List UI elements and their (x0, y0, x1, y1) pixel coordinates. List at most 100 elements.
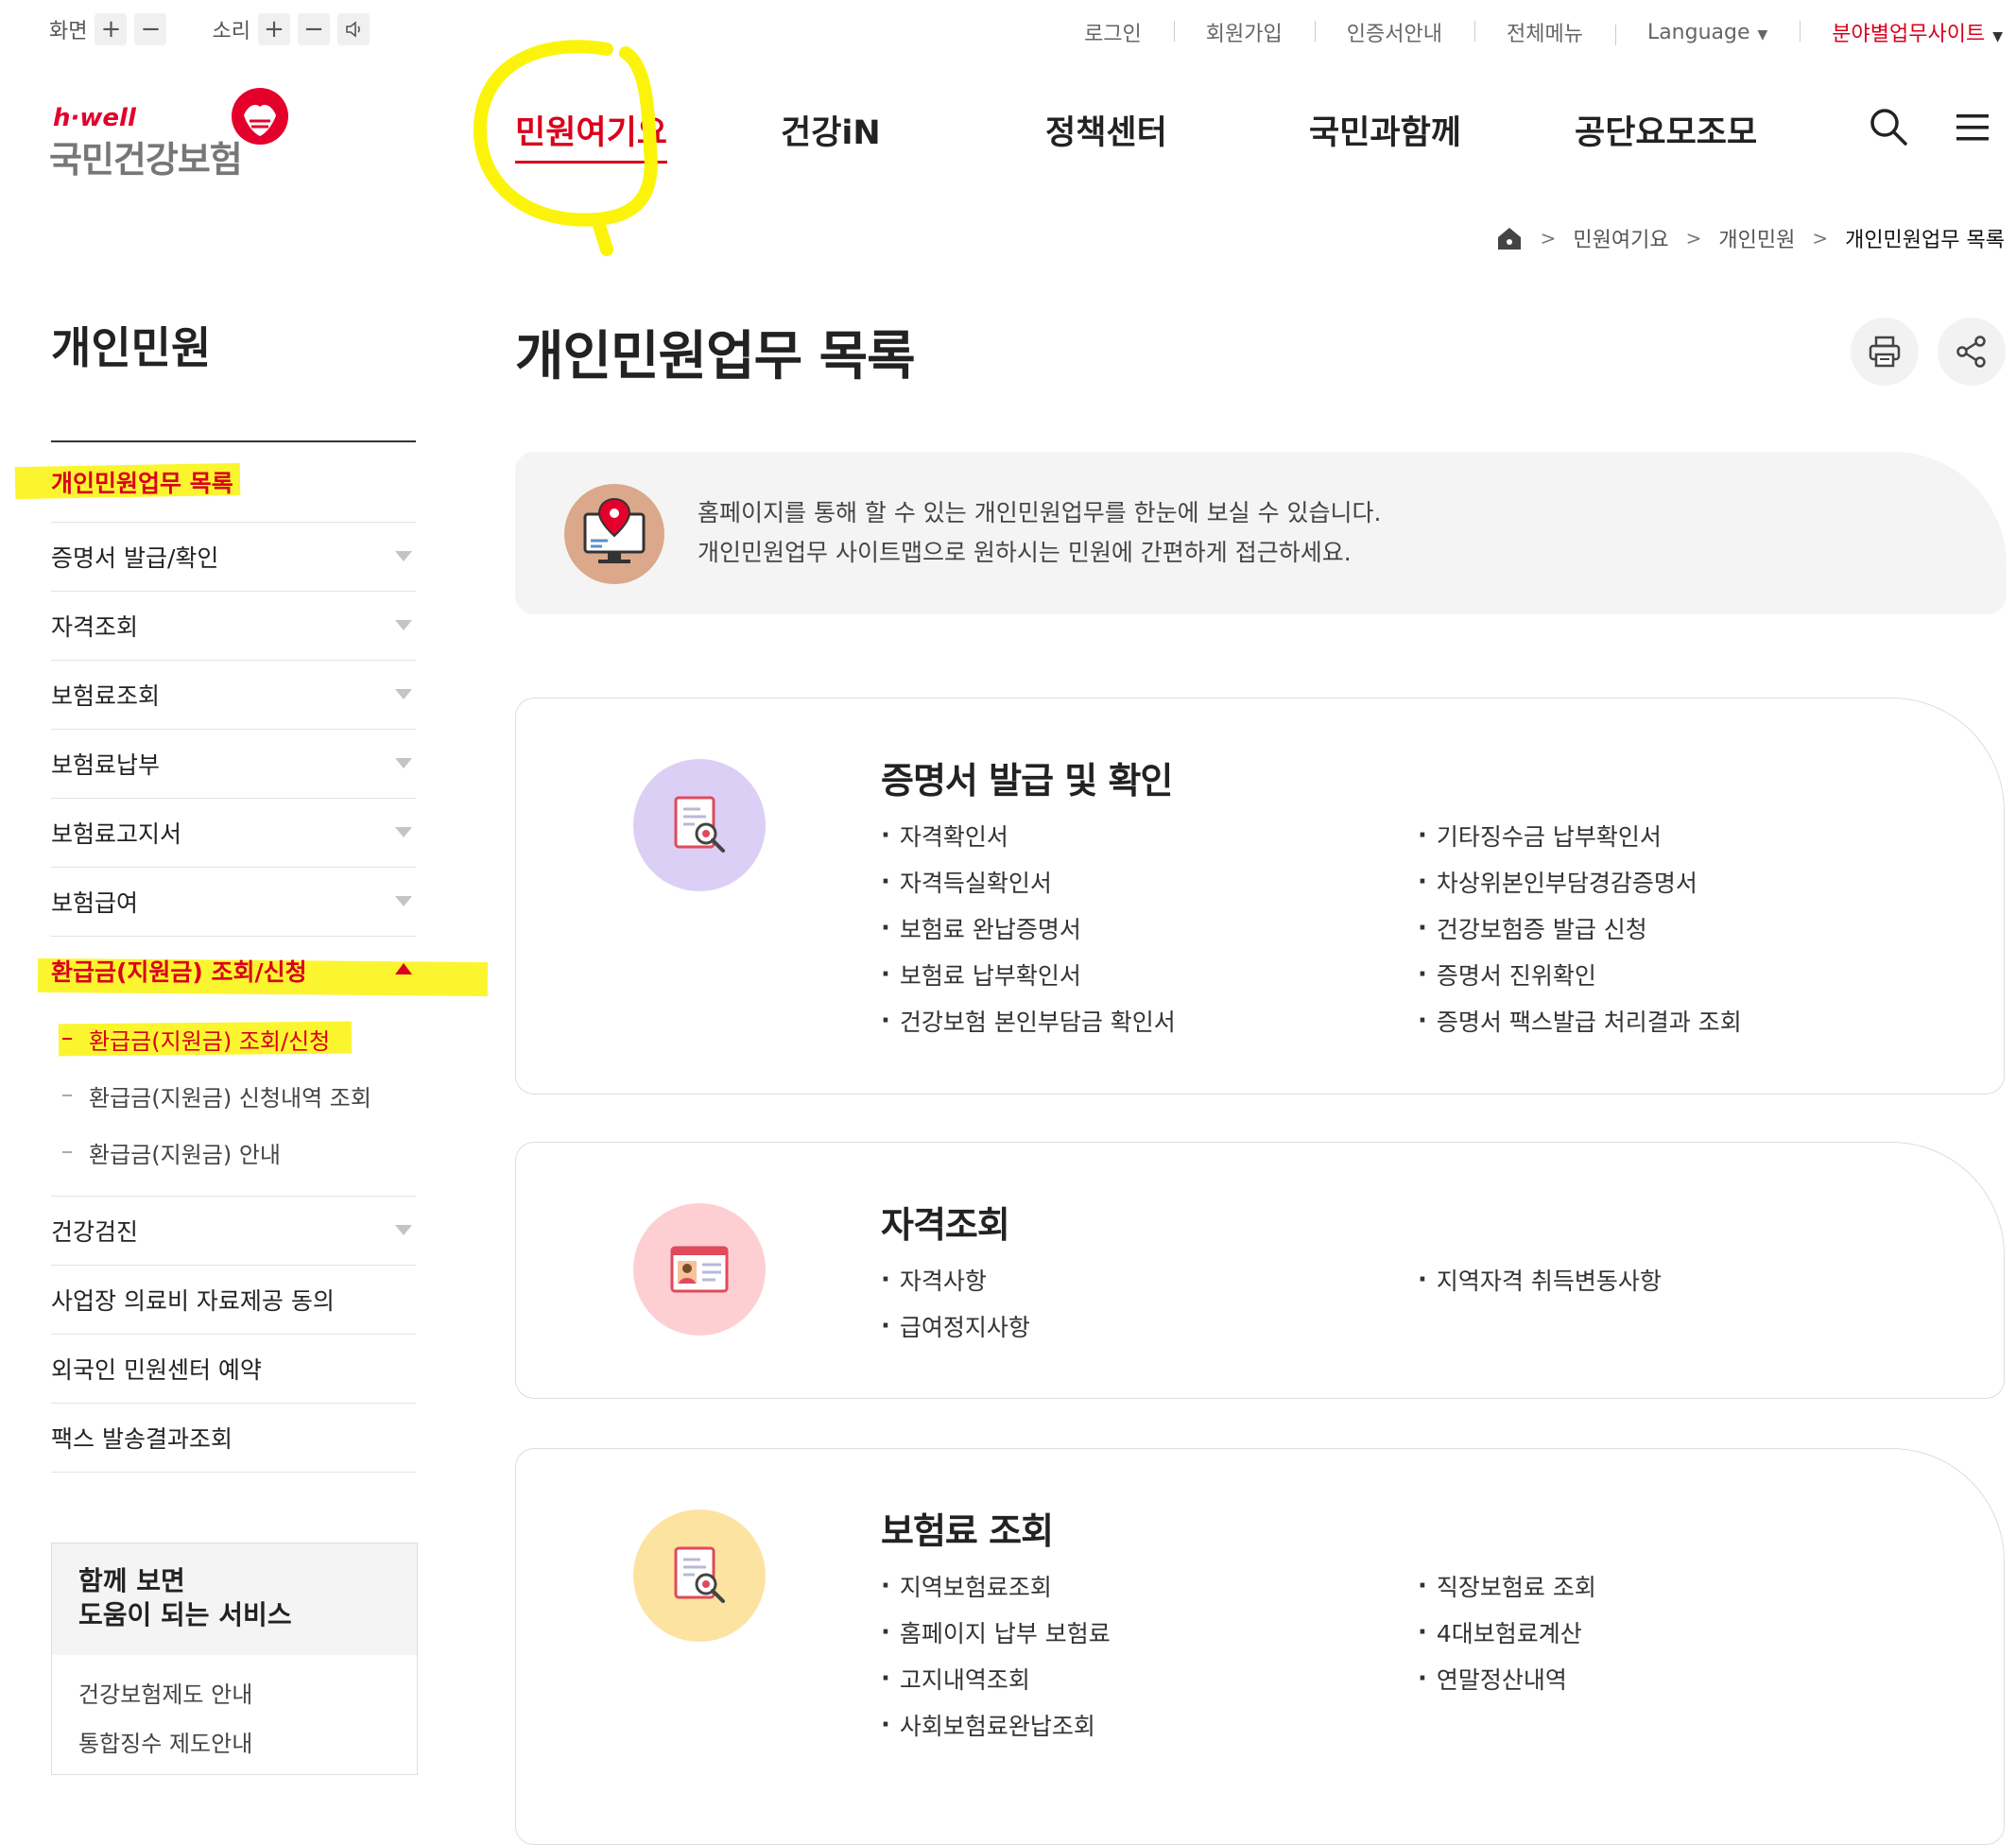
related-link-integrated-collection[interactable]: 통합징수 제도안내 (78, 1719, 390, 1768)
utility-nav: 로그인 회원가입 인증서안내 전체메뉴 Language ▼ 분야별업무사이트 ▼ (1052, 17, 2007, 47)
related-services-title: 함께 보면 도움이 되는 서비스 (52, 1543, 417, 1655)
card-link[interactable]: 자격확인서 (881, 812, 1418, 858)
card-icon-wrap (633, 1203, 766, 1336)
caret-down-icon (395, 551, 412, 561)
related-services-list: 건강보험제도 안내 통합징수 제도안내 (52, 1655, 417, 1784)
chevron-right-icon: > (1812, 227, 1829, 250)
card-link[interactable]: 증명서 진위확인 (1418, 951, 1955, 997)
sidebar-item-premium-payment[interactable]: 보험료납부 (51, 730, 416, 799)
card-title: 증명서 발급 및 확인 (881, 760, 1173, 802)
hamburger-menu-icon[interactable] (1955, 112, 1990, 144)
card-link[interactable]: 증명서 팩스발급 처리결과 조회 (1418, 997, 1955, 1043)
card-link[interactable]: 보험료 완납증명서 (881, 905, 1418, 951)
id-card-icon (670, 1246, 729, 1293)
sidebar-item-label: 보험료고지서 (51, 820, 182, 848)
intro-text: 홈페이지를 통해 할 수 있는 개인민원업무를 한눈에 보실 수 있습니다. 개… (698, 493, 1381, 573)
card-link[interactable]: 자격득실확인서 (881, 858, 1418, 905)
sidebar-subitem-label: 환급금(지원금) 안내 (89, 1141, 281, 1168)
speaker-button[interactable] (336, 13, 370, 45)
card-link[interactable]: 지역자격 취득변동사항 (1418, 1256, 1955, 1302)
sidebar-item-premium-notice[interactable]: 보험료고지서 (51, 799, 416, 868)
all-menu-link[interactable]: 전체메뉴 (1473, 17, 1615, 47)
card-link[interactable]: 연말정산내역 (1418, 1655, 1955, 1701)
login-link[interactable]: 로그인 (1052, 17, 1174, 47)
sidebar-item-refund[interactable]: 환급금(지원금) 조회/신청 (51, 937, 416, 1005)
chevron-right-icon: > (1540, 227, 1557, 250)
speaker-icon (346, 21, 360, 38)
caret-down-icon: ▼ (1992, 29, 2003, 44)
card-link[interactable]: 보험료 납부확인서 (881, 951, 1418, 997)
language-dropdown[interactable]: Language ▼ (1614, 21, 1800, 45)
caret-down-icon (395, 896, 412, 906)
breadcrumb-item[interactable]: 민원여기요 (1573, 223, 1668, 253)
share-icon (1956, 336, 1986, 368)
signup-link[interactable]: 회원가입 (1173, 17, 1315, 47)
service-card-certificate: 증명서 발급 및 확인 자격확인서 자격득실확인서 보험료 완납증명서 보험료 … (515, 698, 2005, 1095)
share-button[interactable] (1938, 318, 2006, 386)
logo-name: 국민건강보험 (49, 139, 243, 181)
sidebar-item-fax-result[interactable]: 팩스 발송결과조회 (51, 1404, 416, 1473)
sidebar-subitem-refund-history[interactable]: 환급금(지원금) 신청내역 조회 (51, 1067, 416, 1124)
card-link[interactable]: 홈페이지 납부 보험료 (881, 1609, 1418, 1655)
zoom-in-button[interactable]: + (95, 13, 128, 45)
card-link[interactable]: 사회보험료완납조회 (881, 1701, 1418, 1748)
card-link[interactable]: 건강보험 본인부담금 확인서 (881, 997, 1418, 1043)
card-link[interactable]: 고지내역조회 (881, 1655, 1418, 1701)
sidebar-item-label: 증명서 발급/확인 (51, 544, 219, 572)
card-link[interactable]: 지역보험료조회 (881, 1562, 1418, 1609)
card-link[interactable]: 차상위본인부담경감증명서 (1418, 858, 1955, 905)
sidebar-subitem-refund-guide[interactable]: 환급금(지원금) 안내 (51, 1124, 416, 1181)
dash-bullet (62, 1038, 72, 1040)
sidebar-subitem-label: 환급금(지원금) 신청내역 조회 (89, 1084, 371, 1112)
sound-label: 소리 (212, 20, 250, 43)
search-icon[interactable] (1868, 106, 1909, 147)
card-link[interactable]: 자격사항 (881, 1256, 1418, 1302)
card-link[interactable]: 기타징수금 납부확인서 (1418, 812, 1955, 858)
card-link[interactable]: 급여정지사항 (881, 1302, 1418, 1349)
sidebar-subitem-refund-inquiry[interactable]: 환급금(지원금) 조회/신청 (51, 1010, 416, 1067)
gnb-item-minwon[interactable]: 민원여기요 (515, 106, 668, 164)
related-title-line: 함께 보면 (78, 1565, 185, 1596)
gnb-item-policy-center[interactable]: 정책센터 (1045, 106, 1167, 154)
printer-icon (1869, 336, 1901, 368)
caret-down-icon (395, 758, 412, 768)
dash-bullet (62, 1151, 72, 1153)
sidebar-item-foreigner-center[interactable]: 외국인 민원센터 예약 (51, 1335, 416, 1404)
volume-up-button[interactable]: + (257, 13, 290, 45)
breadcrumb-item[interactable]: 개인민원 (1718, 223, 1795, 253)
sidebar-item-eligibility[interactable]: 자격조회 (51, 592, 416, 661)
field-sites-label: 분야별업무사이트 (1832, 23, 1986, 46)
card-link[interactable]: 직장보험료 조회 (1418, 1562, 1955, 1609)
card-link-list: 자격확인서 자격득실확인서 보험료 완납증명서 보험료 납부확인서 건강보험 본… (881, 812, 1955, 1043)
card-link-list: 자격사항 급여정지사항 지역자격 취득변동사항 (881, 1256, 1955, 1349)
screen-label: 화면 (49, 20, 88, 43)
zoom-out-button[interactable]: − (134, 13, 167, 45)
gnb-item-with-people[interactable]: 국민과함께 (1309, 106, 1461, 154)
sidebar-item-certificate[interactable]: 증명서 발급/확인 (51, 523, 416, 592)
sidebar-item-insurance-benefits[interactable]: 보험급여 (51, 868, 416, 937)
sidebar-item-personal-minwon-list[interactable]: 개인민원업무 목록 (51, 442, 416, 523)
card-link[interactable]: 4대보험료계산 (1418, 1609, 1955, 1655)
site-logo[interactable]: h·well 국민건강보험 (49, 87, 295, 181)
sidebar-item-medical-data-consent[interactable]: 사업장 의료비 자료제공 동의 (51, 1266, 416, 1335)
sidebar-item-label: 개인민원업무 목록 (51, 470, 233, 497)
card-link[interactable]: 건강보험증 발급 신청 (1418, 905, 1955, 951)
sidebar-menu: 개인민원업무 목록 증명서 발급/확인 자격조회 보험료조회 보험료납부 보험료… (51, 440, 416, 1473)
sidebar-item-premium-inquiry[interactable]: 보험료조회 (51, 661, 416, 730)
certificate-guide-link[interactable]: 인증서안내 (1314, 17, 1474, 47)
home-icon[interactable] (1495, 224, 1524, 252)
intro-line: 개인민원업무 사이트맵으로 원하시는 민원에 간편하게 접근하세요. (698, 539, 1352, 566)
card-icon-wrap (633, 1509, 766, 1642)
logo-tagline: h·well (53, 104, 136, 132)
caret-down-icon (395, 620, 412, 630)
related-link-insurance-system[interactable]: 건강보험제도 안내 (78, 1670, 390, 1719)
field-sites-dropdown[interactable]: 분야별업무사이트 ▼ (1800, 17, 2007, 47)
page-title: 개인민원업무 목록 (515, 326, 916, 388)
gnb-item-health-in[interactable]: 건강iN (781, 106, 881, 154)
card-link-list: 지역보험료조회 홈페이지 납부 보험료 고지내역조회 사회보험료완납조회 직장보… (881, 1562, 1955, 1748)
sidebar-subitem-label: 환급금(지원금) 조회/신청 (89, 1027, 331, 1055)
volume-down-button[interactable]: − (297, 13, 330, 45)
sidebar-item-health-checkup[interactable]: 건강검진 (51, 1197, 416, 1266)
gnb-item-about[interactable]: 공단요모조모 (1575, 106, 1757, 154)
print-button[interactable] (1851, 318, 1919, 386)
